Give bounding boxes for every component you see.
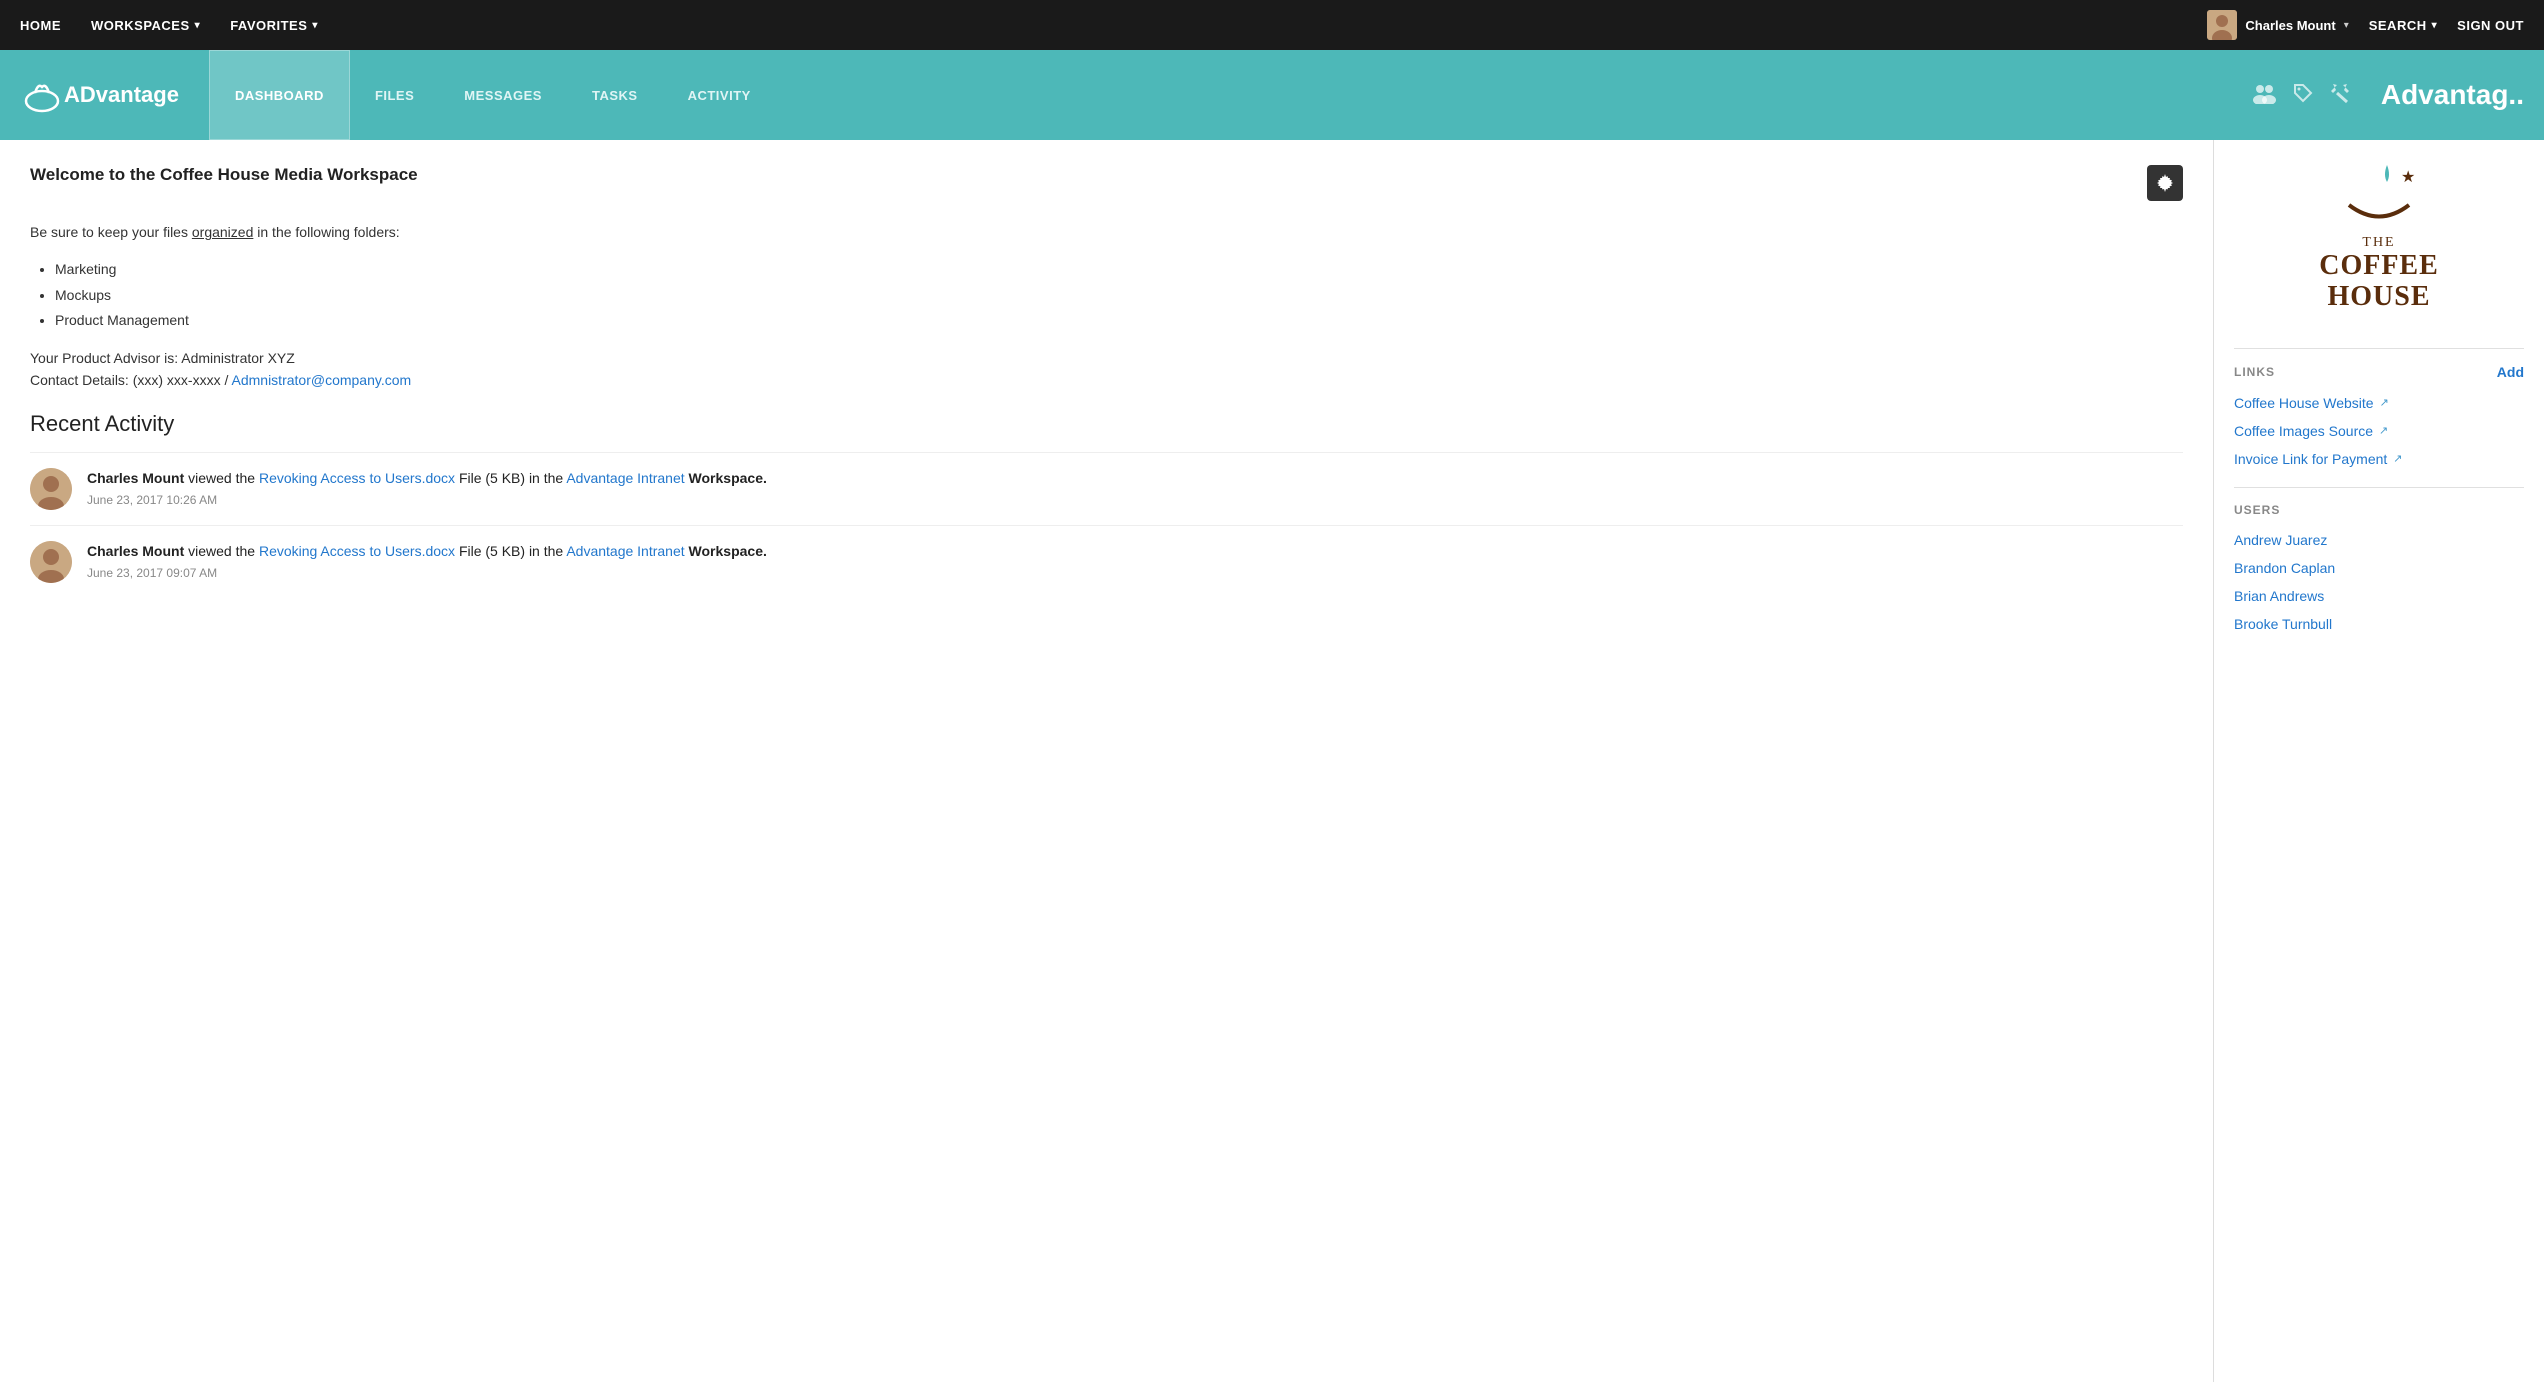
links-section: LINKS Add Coffee House Website ↗ Coffee …	[2234, 364, 2524, 467]
workspace-header: ADvantage DASHBOARD FILES MESSAGES TASKS…	[0, 50, 2544, 140]
logo-icon	[20, 73, 64, 117]
nav-signout[interactable]: SIGN OUT	[2457, 18, 2524, 33]
contact-email-link[interactable]: Admnistrator@company.com	[232, 372, 412, 388]
external-link-icon: ↗	[2379, 424, 2388, 437]
nav-search[interactable]: SEARCH ▾	[2369, 18, 2437, 33]
workspace-tabs: DASHBOARD FILES MESSAGES TASKS ACTIVITY	[209, 50, 776, 140]
nav-favorites[interactable]: FAVORITES ▾	[230, 18, 318, 33]
activity-user: Charles Mount	[87, 470, 184, 486]
sidebar: ★ THE COFFEEHOUSE LINKS Add Coffee House…	[2214, 140, 2544, 1382]
activity-timestamp: June 23, 2017 10:26 AM	[87, 493, 2183, 507]
tab-activity[interactable]: ACTIVITY	[663, 50, 776, 140]
sidebar-user-0[interactable]: Andrew Juarez	[2234, 532, 2524, 548]
nav-workspaces[interactable]: WORKSPACES ▾	[91, 18, 200, 33]
logo-text: ADvantage	[64, 82, 179, 108]
users-section-title: USERS	[2234, 503, 2280, 517]
folders-list: Marketing Mockups Product Management	[55, 258, 2183, 331]
activity-file-link[interactable]: Revoking Access to Users.docx	[259, 470, 455, 486]
divider	[2234, 348, 2524, 349]
tools-icon[interactable]	[2329, 82, 2351, 109]
welcome-organized: organized	[192, 224, 254, 240]
coffee-house-text: THE COFFEEHOUSE	[2319, 235, 2439, 313]
people-icon[interactable]	[2251, 82, 2277, 109]
avatar	[30, 468, 72, 510]
sidebar-user-1[interactable]: Brandon Caplan	[2234, 560, 2524, 576]
activity-item-2: Charles Mount viewed the Revoking Access…	[30, 525, 2183, 598]
activity-text: Charles Mount viewed the Revoking Access…	[87, 541, 2183, 562]
users-section: USERS Andrew Juarez Brandon Caplan Brian…	[2234, 503, 2524, 632]
tab-tasks[interactable]: TASKS	[567, 50, 663, 140]
tab-files[interactable]: FILES	[350, 50, 439, 140]
tab-messages[interactable]: MESSAGES	[439, 50, 567, 140]
activity-workspace-link[interactable]: Advantage Intranet	[566, 470, 684, 486]
external-link-icon: ↗	[2380, 396, 2389, 409]
tab-dashboard[interactable]: DASHBOARD	[209, 50, 350, 140]
welcome-body: Be sure to keep your files organized in …	[30, 221, 2183, 391]
favorites-arrow-icon: ▾	[312, 20, 318, 31]
avatar	[30, 541, 72, 583]
user-name-label: Charles Mount	[2245, 18, 2335, 33]
content-area: Welcome to the Coffee House Media Worksp…	[0, 140, 2214, 1382]
external-link-icon: ↗	[2393, 452, 2402, 465]
activity-file-link[interactable]: Revoking Access to Users.docx	[259, 543, 455, 559]
sidebar-link-2[interactable]: Invoice Link for Payment ↗	[2234, 451, 2524, 467]
settings-button[interactable]	[2147, 165, 2183, 201]
user-menu[interactable]: Charles Mount ▾	[2207, 10, 2348, 40]
main-container: Welcome to the Coffee House Media Worksp…	[0, 140, 2544, 1382]
logo-area[interactable]: ADvantage	[20, 73, 179, 117]
activity-text: Charles Mount viewed the Revoking Access…	[87, 468, 2183, 489]
workspace-icon-bar: Advantag..	[2251, 79, 2524, 111]
user-dropdown-icon: ▾	[2344, 20, 2349, 31]
welcome-title: Welcome to the Coffee House Media Worksp…	[30, 165, 418, 185]
list-item: Marketing	[55, 258, 2183, 280]
tag-icon[interactable]	[2292, 82, 2314, 109]
divider	[2234, 487, 2524, 488]
users-list: Andrew Juarez Brandon Caplan Brian Andre…	[2234, 532, 2524, 632]
workspace-title: Advantag..	[2381, 79, 2524, 111]
sidebar-user-3[interactable]: Brooke Turnbull	[2234, 616, 2524, 632]
activity-workspace-link[interactable]: Advantage Intranet	[566, 543, 684, 559]
contact-line: Contact Details: (xxx) xxx-xxxx /	[30, 372, 228, 388]
svg-text:★: ★	[2401, 169, 2415, 186]
list-item: Mockups	[55, 284, 2183, 306]
sidebar-user-2[interactable]: Brian Andrews	[2234, 588, 2524, 604]
avatar	[2207, 10, 2237, 40]
gear-icon	[2156, 174, 2174, 192]
sidebar-link-1[interactable]: Coffee Images Source ↗	[2234, 423, 2524, 439]
links-section-title: LINKS	[2234, 365, 2275, 379]
welcome-header: Welcome to the Coffee House Media Worksp…	[30, 165, 2183, 201]
activity-item-1: Charles Mount viewed the Revoking Access…	[30, 452, 2183, 525]
coffee-house-logo-svg: ★	[2319, 160, 2439, 230]
links-list: Coffee House Website ↗ Coffee Images Sou…	[2234, 395, 2524, 467]
links-section-header: LINKS Add	[2234, 364, 2524, 385]
nav-home[interactable]: HOME	[20, 18, 61, 33]
search-arrow-icon: ▾	[2432, 20, 2438, 31]
users-section-header: USERS	[2234, 503, 2524, 522]
welcome-text-1: Be sure to keep your files	[30, 224, 188, 240]
list-item: Product Management	[55, 309, 2183, 331]
sidebar-link-0[interactable]: Coffee House Website ↗	[2234, 395, 2524, 411]
add-link-button[interactable]: Add	[2497, 364, 2524, 380]
welcome-text-2: in the following folders:	[257, 224, 399, 240]
sidebar-logo: ★ THE COFFEEHOUSE	[2234, 160, 2524, 328]
workspaces-arrow-icon: ▾	[195, 20, 201, 31]
top-navigation: HOME WORKSPACES ▾ FAVORITES ▾ Charles Mo…	[0, 0, 2544, 50]
recent-activity-title: Recent Activity	[30, 411, 2183, 437]
activity-timestamp: June 23, 2017 09:07 AM	[87, 566, 2183, 580]
advisor-line: Your Product Advisor is: Administrator X…	[30, 350, 295, 366]
activity-user: Charles Mount	[87, 543, 184, 559]
